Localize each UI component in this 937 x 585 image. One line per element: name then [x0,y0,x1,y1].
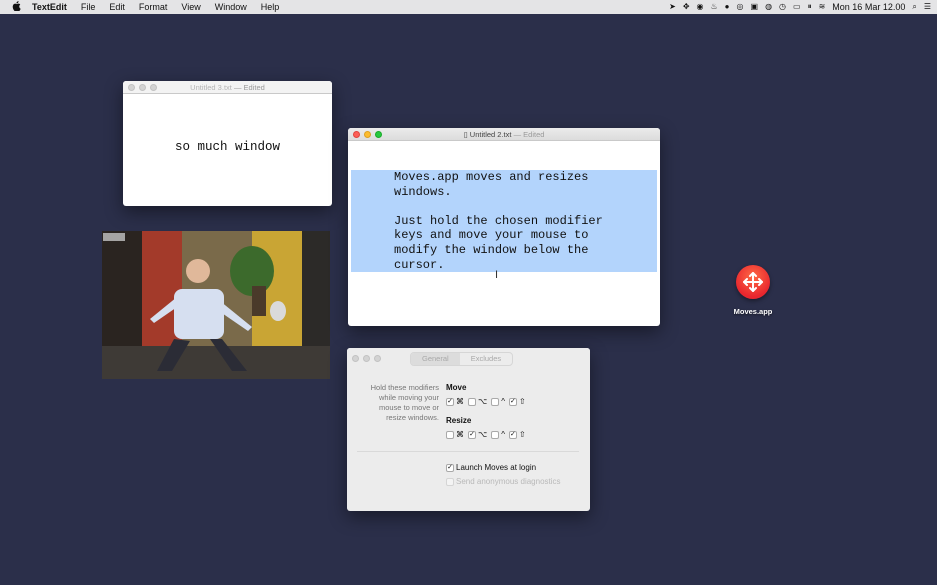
window-title: Untitled 2.txt [469,130,512,139]
traffic-lights [353,131,382,138]
window-title: Untitled 3.txt [190,83,232,92]
minimize-button[interactable] [364,131,371,138]
resize-label: Resize [446,416,472,425]
edited-label: — Edited [513,130,545,139]
target-icon[interactable]: ◎ [737,0,744,14]
send-diagnostics-label: Send anonymous diagnostics [456,477,561,486]
moves-app-label: Moves.app [733,307,773,316]
resize-shift-checkbox[interactable]: ✓ ⇧ [508,430,526,439]
minimize-button[interactable] [139,84,146,91]
document-text[interactable]: so much window [123,94,332,154]
window-untitled-2[interactable]: ▯ Untitled 2.txt — Edited Moves.app move… [348,128,660,326]
close-button[interactable] [352,355,359,362]
send-diagnostics-checkbox[interactable]: Send anonymous diagnostics [446,477,561,486]
move-cmd-checkbox[interactable]: ✓ ⌘ [446,397,464,406]
zoom-button[interactable] [375,131,382,138]
move-ctrl-checkbox[interactable]: ^ [491,397,505,406]
eye-icon[interactable]: ◍ [765,0,772,14]
wifi-icon[interactable]: ≋ [819,0,826,14]
close-button[interactable] [353,131,360,138]
menu-format[interactable]: Format [139,2,168,12]
flame-icon[interactable]: ♨ [711,0,718,14]
pause-icon[interactable]: ⏸ [808,0,812,14]
resize-modifiers: ⌘ ✓ ⌥ ^ ✓ ⇧ [446,430,530,439]
toolbox-icon[interactable]: ▣ [751,0,759,14]
close-button[interactable] [128,84,135,91]
launch-at-login-checkbox[interactable]: ✓ Launch Moves at login [446,463,536,472]
apple-menu-icon[interactable] [10,0,22,14]
menu-edit[interactable]: Edit [109,2,125,12]
move-modifiers: ✓ ⌘ ⌥ ^ ✓ ⇧ [446,397,530,406]
menu-icon[interactable]: ☰ [924,0,931,14]
minimize-button[interactable] [363,355,370,362]
move-label: Move [446,383,467,392]
title-bar[interactable]: General Excludes [347,348,590,369]
resize-ctrl-checkbox[interactable]: ^ [491,430,505,439]
menu-view[interactable]: View [181,2,200,12]
search-icon[interactable]: ⌕ [912,0,916,14]
moves-preferences-window[interactable]: General Excludes Hold these modifiers wh… [347,348,590,511]
menu-window[interactable]: Window [215,2,247,12]
moves-app-desktop-icon[interactable]: Moves.app [729,265,777,316]
menu-app-name[interactable]: TextEdit [32,2,67,12]
title-bar[interactable]: ▯ Untitled 2.txt — Edited [348,128,660,141]
tab-excludes[interactable]: Excludes [460,353,512,365]
move-shift-checkbox[interactable]: ✓ ⇧ [508,397,526,406]
location-icon[interactable]: ➤ [669,0,676,14]
traffic-lights [128,84,157,91]
menu-file[interactable]: File [81,2,96,12]
tab-general[interactable]: General [411,353,460,365]
modifiers-description: Hold these modifiers while moving your m… [370,383,439,422]
resize-opt-checkbox[interactable]: ✓ ⌥ [468,430,487,439]
menu-bar: TextEdit File Edit Format View Window He… [0,0,937,14]
move-opt-checkbox[interactable]: ⌥ [468,397,487,406]
window-untitled-3[interactable]: Untitled 3.txt — Edited so much window [123,81,332,206]
zoom-button[interactable] [150,84,157,91]
menu-clock[interactable]: Mon 16 Mar 12.00 [832,2,905,12]
office-dance-gif [102,231,330,379]
ibeam-cursor-icon: I [495,269,499,281]
battery-icon[interactable]: ▭ [793,0,801,14]
title-bar[interactable]: Untitled 3.txt — Edited [123,81,332,94]
edited-label: — Edited [233,83,265,92]
history-icon[interactable]: ◷ [779,0,786,14]
record-icon[interactable]: ◉ [697,0,704,14]
moves-app-icon[interactable] [736,265,770,299]
resize-cmd-checkbox[interactable]: ⌘ [446,430,464,439]
menu-help[interactable]: Help [261,2,280,12]
launch-at-login-label: Launch Moves at login [456,463,537,472]
document-text[interactable]: Moves.app moves and resizes windows. Jus… [394,170,656,272]
moves-icon[interactable]: ✥ [683,0,690,14]
dot-icon[interactable]: ● [725,0,730,14]
divider [357,451,579,452]
zoom-button[interactable] [374,355,381,362]
tab-bar: General Excludes [410,352,514,366]
status-area: ➤ ✥ ◉ ♨ ● ◎ ▣ ◍ ◷ ▭ ⏸ ≋ Mon 16 Mar 12.00… [669,0,931,14]
traffic-lights [352,355,381,362]
